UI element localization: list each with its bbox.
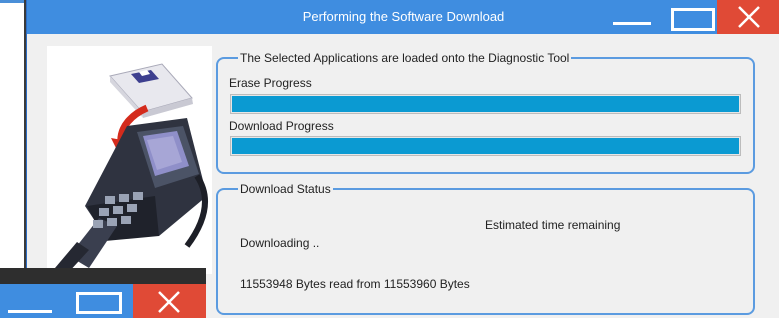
title-bar[interactable]: Performing the Software Download bbox=[27, 0, 779, 34]
download-progress-fill bbox=[232, 138, 739, 154]
diagnostic-tool-illustration bbox=[47, 46, 212, 274]
bytes-read-text: 11553948 Bytes read from 11553960 Bytes bbox=[240, 277, 470, 291]
handheld-scanner-icon bbox=[55, 118, 208, 274]
minimize-icon[interactable] bbox=[8, 310, 52, 313]
download-progress-label: Download Progress bbox=[229, 119, 334, 133]
applications-group-legend: The Selected Applications are loaded ont… bbox=[240, 51, 570, 65]
screen: Performing the Software Download The Sel… bbox=[0, 0, 779, 318]
memory-card-icon bbox=[109, 63, 193, 118]
erase-progress-bar bbox=[230, 94, 741, 114]
erase-progress-label: Erase Progress bbox=[229, 76, 312, 90]
estimated-time-label: Estimated time remaining bbox=[485, 218, 621, 232]
erase-progress-fill bbox=[232, 96, 739, 112]
close-icon[interactable] bbox=[133, 284, 206, 318]
close-icon[interactable] bbox=[717, 0, 779, 34]
maximize-icon[interactable] bbox=[76, 292, 122, 314]
download-progress-bar bbox=[230, 136, 741, 156]
downloading-status-text: Downloading .. bbox=[240, 236, 320, 250]
background-window-controls bbox=[0, 268, 206, 318]
minimize-icon[interactable] bbox=[605, 0, 665, 34]
download-status-legend: Download Status bbox=[240, 182, 331, 196]
maximize-icon[interactable] bbox=[665, 0, 717, 34]
